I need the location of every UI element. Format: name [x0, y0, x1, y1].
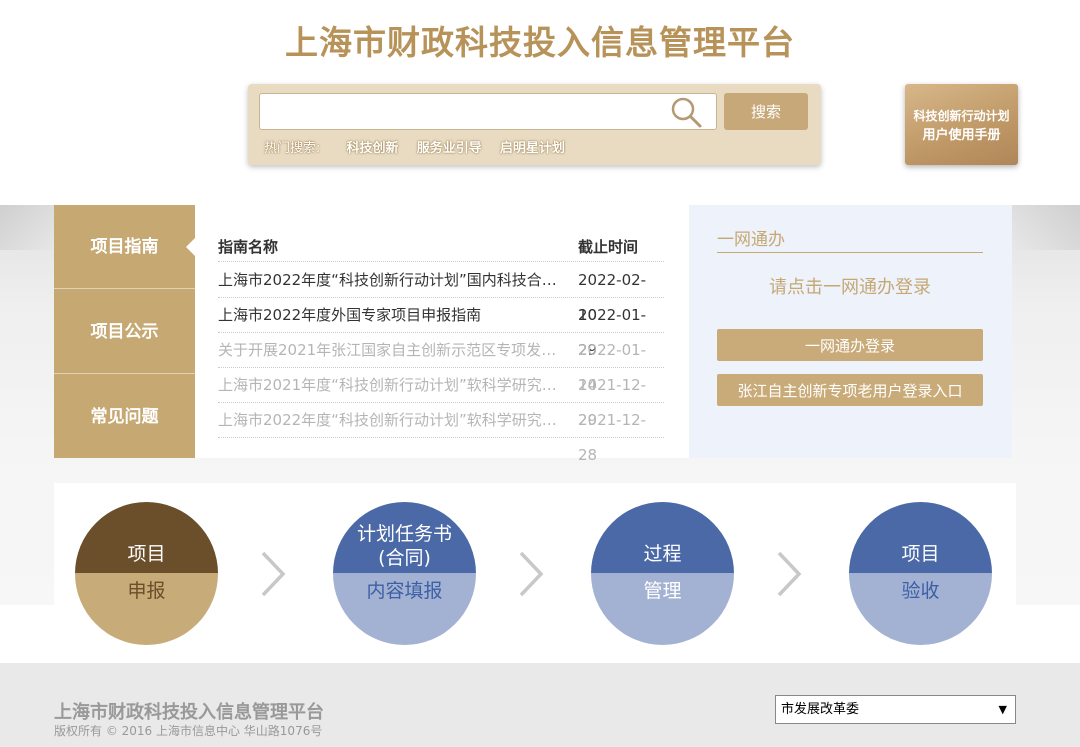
site-title: 上海市财政科技投入信息管理平台	[285, 23, 795, 62]
login-heading: 一网通办	[717, 225, 983, 253]
hot-search-link[interactable]: 科技创新	[347, 141, 399, 156]
step-title: 过程	[591, 502, 734, 573]
step-subtitle: 管理	[591, 573, 734, 645]
step-project-application[interactable]: 项目 申报	[75, 502, 218, 645]
tab-faq[interactable]: 常见问题	[54, 375, 195, 459]
step-subtitle: 申报	[75, 573, 218, 645]
footer-title: 上海市财政科技投入信息管理平台	[54, 702, 324, 723]
guide-deadline: 2021-12-28	[578, 411, 647, 464]
search-icon[interactable]	[669, 95, 703, 129]
guide-name: 上海市2022年度“科技创新行动计划”国内科技合作项目申报指南	[218, 271, 563, 289]
hot-search-link[interactable]: 服务业引导	[417, 141, 482, 156]
active-tab-indicator	[186, 238, 195, 256]
department-select[interactable]: 市发展改革委 ▼	[775, 695, 1016, 724]
step-project-acceptance[interactable]: 项目 验收	[849, 502, 992, 645]
guide-row[interactable]: 上海市2022年度“科技创新行动计划”国内科技合作项目申报指南 2022-02-…	[218, 263, 664, 324]
step-title: 项目	[849, 502, 992, 573]
search-panel: 搜索 热门搜索: 科技创新 服务业引导 启明星计划	[248, 84, 821, 165]
step-process-management[interactable]: 过程 管理	[591, 502, 734, 645]
tab-project-guide[interactable]: 项目指南	[54, 205, 195, 289]
guide-row[interactable]: 关于开展2021年张江国家自主创新示范区专项发展资金项目申报工作的通知 2022…	[218, 333, 664, 394]
column-header-name: 指南名称	[218, 238, 279, 256]
hot-search-link[interactable]: 启明星计划	[500, 141, 565, 156]
guide-name: 上海市2022年度“科技创新行动计划”软科学研究项目申报指南	[218, 411, 563, 429]
department-select-value: 市发展改革委	[781, 702, 860, 717]
one-network-login-button[interactable]: 一网通办登录	[717, 329, 983, 361]
tab-project-announcement[interactable]: 项目公示	[54, 290, 195, 374]
guide-list-panel: 指南名称 截止时间 上海市2022年度“科技创新行动计划”国内科技合作项目申报指…	[195, 205, 689, 464]
process-steps: 项目 申报 计划任务书 (合同) 内容填报 过程 管理 项目 验收	[54, 483, 1016, 663]
step-task-contract[interactable]: 计划任务书 (合同) 内容填报	[333, 502, 476, 645]
search-button[interactable]: 搜索	[724, 93, 808, 130]
band-decoration-right	[1010, 205, 1080, 250]
guide-row[interactable]: 上海市2022年度“科技创新行动计划”软科学研究项目申报指南 2021-12-2…	[218, 403, 664, 464]
step-subtitle: 验收	[849, 573, 992, 645]
step-title-line1: 计划任务书	[356, 523, 452, 545]
band-decoration-left	[0, 205, 60, 250]
guide-name: 上海市2022年度外国专家项目申报指南	[218, 306, 482, 324]
footer: 上海市财政科技投入信息管理平台 版权所有 © 2016 上海市信息中心 华山路1…	[0, 663, 1080, 747]
chevron-right-icon	[777, 551, 802, 597]
login-panel: 一网通办 请点击一网通办登录 一网通办登录 张江自主创新专项老用户登录入口	[689, 205, 1012, 458]
guide-row[interactable]: 上海市2022年度外国专家项目申报指南 2022-01-29	[218, 298, 664, 359]
footer-copyright: 版权所有 © 2016 上海市信息中心 华山路1076号	[54, 724, 323, 738]
step-title: 项目	[75, 502, 218, 573]
guide-list-header: 指南名称 截止时间	[218, 236, 664, 262]
chevron-right-icon	[519, 551, 544, 597]
chevron-right-icon	[261, 551, 286, 597]
hot-search-label: 热门搜索:	[264, 141, 321, 156]
step-title: 计划任务书 (合同)	[333, 502, 476, 573]
side-tabs: 项目指南 项目公示 常见问题	[54, 205, 195, 458]
step-title-line2: (合同)	[378, 547, 431, 569]
chevron-down-icon: ▼	[998, 703, 1007, 716]
guide-name: 关于开展2021年张江国家自主创新示范区专项发展资金项目申报工作的通知	[218, 341, 563, 359]
zhangjiang-legacy-login-button[interactable]: 张江自主创新专项老用户登录入口	[717, 374, 983, 406]
login-prompt: 请点击一网通办登录	[769, 277, 931, 298]
step-subtitle: 内容填报	[333, 573, 476, 645]
column-header-deadline: 截止时间	[578, 238, 639, 256]
guide-name: 上海市2021年度“科技创新行动计划”软科学研究项目申报指南	[218, 376, 563, 394]
user-manual-line2: 用户使用手册	[922, 128, 1001, 143]
hot-search: 热门搜索: 科技创新 服务业引导 启明星计划	[264, 137, 579, 156]
user-manual-line1: 科技创新行动计划	[913, 109, 1010, 123]
user-manual-button[interactable]: 科技创新行动计划 用户使用手册	[905, 84, 1018, 165]
search-input[interactable]	[259, 93, 717, 130]
guide-row[interactable]: 上海市2021年度“科技创新行动计划”软科学研究项目申报指南 2021-12-2…	[218, 368, 664, 429]
